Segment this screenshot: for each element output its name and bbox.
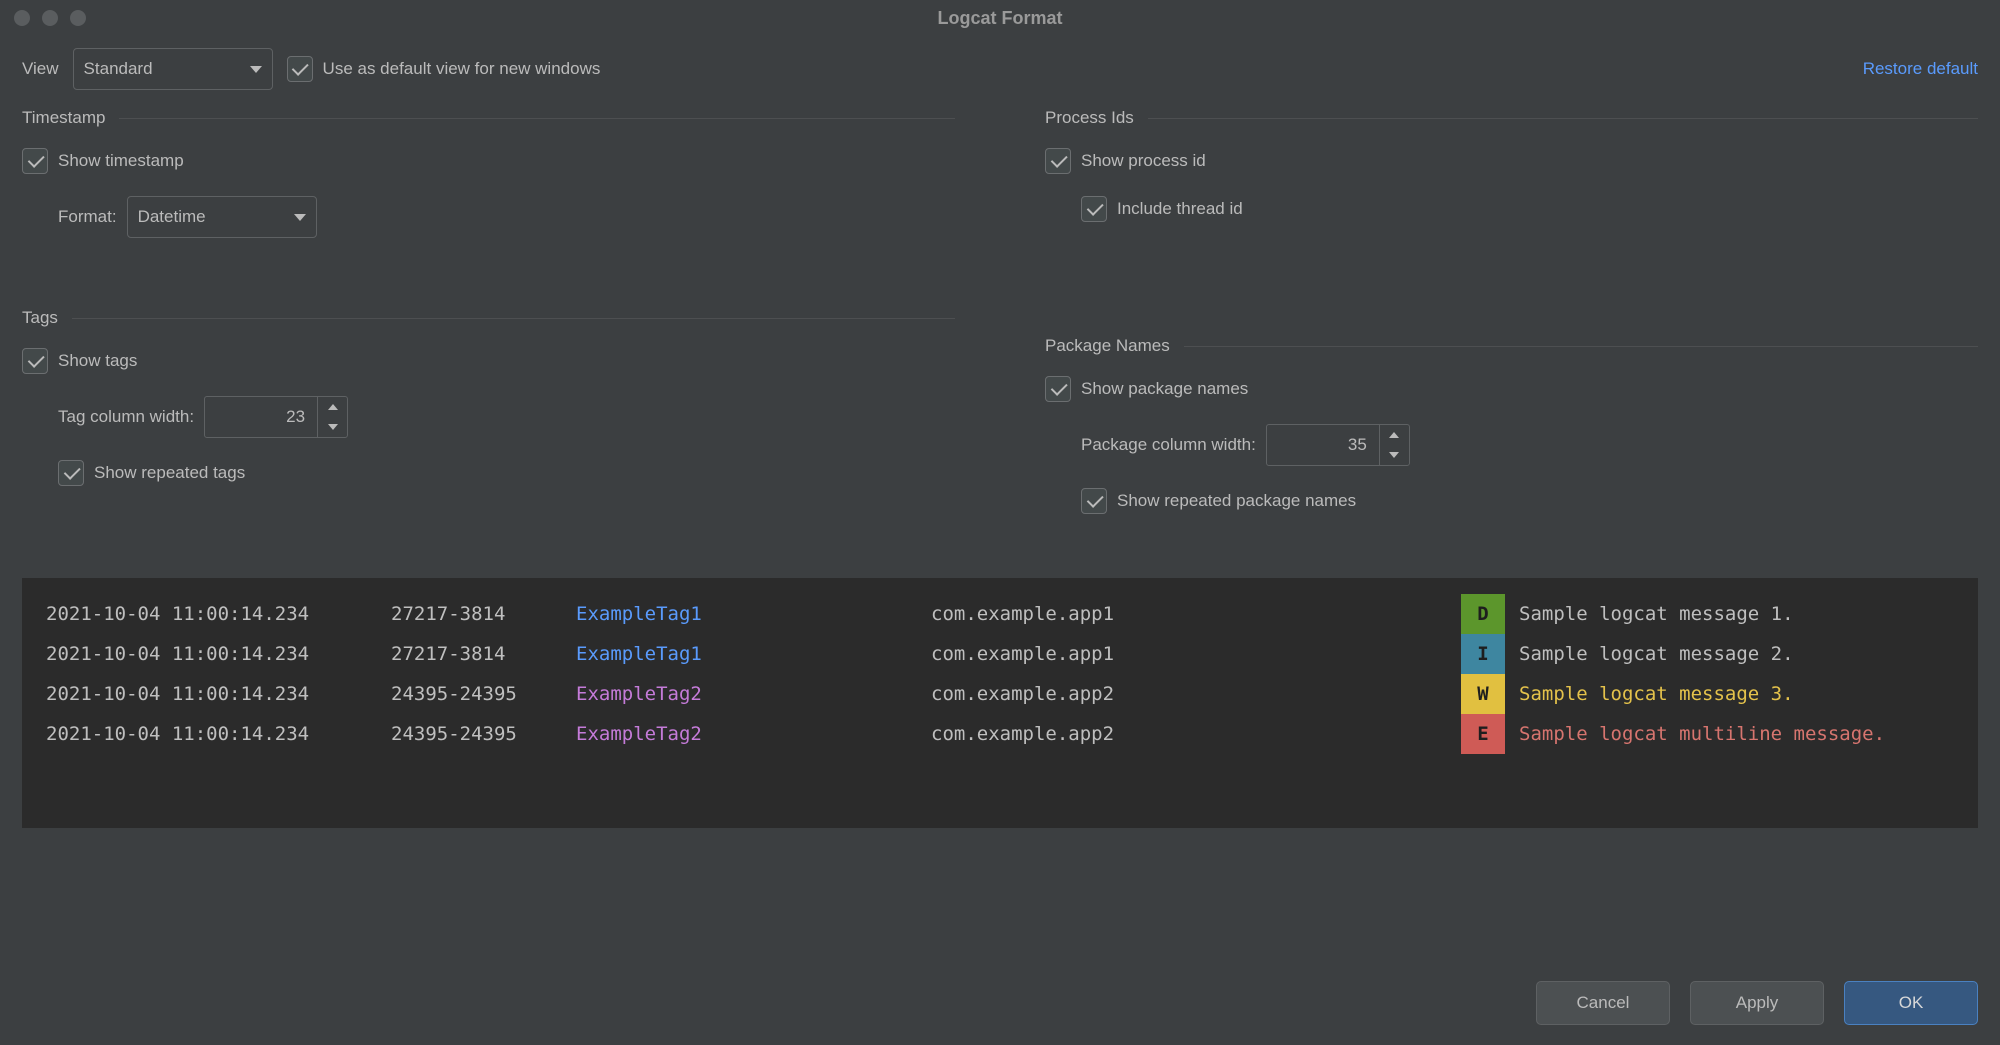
tag-width-spinner[interactable]: 23 <box>204 396 348 438</box>
log-package: com.example.app1 <box>931 634 1461 674</box>
check-icon <box>1081 196 1107 222</box>
spinner-up-icon[interactable] <box>1380 425 1409 445</box>
log-row: 2021-10-04 11:00:14.23424395-24395Exampl… <box>46 674 1954 714</box>
view-bar: View Standard Use as default view for ne… <box>0 36 2000 98</box>
check-icon <box>22 348 48 374</box>
use-default-checkbox[interactable]: Use as default view for new windows <box>287 56 601 82</box>
show-repeated-packages-label: Show repeated package names <box>1117 491 1356 511</box>
log-timestamp: 2021-10-04 11:00:14.234 <box>46 674 391 714</box>
log-tag: ExampleTag1 <box>576 594 931 634</box>
right-column: Process Ids Show process id Include thre… <box>1045 108 1978 562</box>
log-level-badge: I <box>1461 634 1505 674</box>
restore-default-link[interactable]: Restore default <box>1863 59 1978 79</box>
divider <box>72 318 955 319</box>
log-message: Sample logcat message 1. <box>1519 594 1889 634</box>
log-row: 2021-10-04 11:00:14.23427217-3814Example… <box>46 594 1954 634</box>
tags-section: Tags Show tags Tag column width: 23 <box>22 308 955 486</box>
log-preview: 2021-10-04 11:00:14.23427217-3814Example… <box>22 578 1978 828</box>
package-width-spinner[interactable]: 35 <box>1266 424 1410 466</box>
log-tag: ExampleTag2 <box>576 714 931 754</box>
log-message: Sample logcat message 3. <box>1519 674 1889 714</box>
divider <box>1184 346 1978 347</box>
view-label: View <box>22 59 59 79</box>
show-tags-checkbox[interactable]: Show tags <box>22 348 137 374</box>
log-row: 2021-10-04 11:00:14.23427217-3814Example… <box>46 634 1954 674</box>
tag-width-value: 23 <box>205 397 317 437</box>
tags-heading: Tags <box>22 308 58 328</box>
show-process-id-label: Show process id <box>1081 151 1206 171</box>
log-level-badge: E <box>1461 714 1505 754</box>
process-section: Process Ids Show process id Include thre… <box>1045 108 1978 222</box>
show-package-names-label: Show package names <box>1081 379 1248 399</box>
log-message: Sample logcat message 2. <box>1519 634 1889 674</box>
log-tag: ExampleTag2 <box>576 674 931 714</box>
check-icon <box>58 460 84 486</box>
divider <box>119 118 955 119</box>
log-pid: 27217-3814 <box>391 634 576 674</box>
format-dropdown-value: Datetime <box>138 207 206 227</box>
log-package: com.example.app2 <box>931 714 1461 754</box>
ok-button[interactable]: OK <box>1844 981 1978 1025</box>
apply-button[interactable]: Apply <box>1690 981 1824 1025</box>
tag-width-label: Tag column width: <box>58 407 194 427</box>
log-level-badge: D <box>1461 594 1505 634</box>
show-package-names-checkbox[interactable]: Show package names <box>1045 376 1248 402</box>
view-dropdown[interactable]: Standard <box>73 48 273 90</box>
show-repeated-tags-checkbox[interactable]: Show repeated tags <box>58 460 245 486</box>
log-timestamp: 2021-10-04 11:00:14.234 <box>46 594 391 634</box>
check-icon <box>1045 376 1071 402</box>
log-row: 2021-10-04 11:00:14.23424395-24395Exampl… <box>46 714 1954 754</box>
check-icon <box>287 56 313 82</box>
show-process-id-checkbox[interactable]: Show process id <box>1045 148 1206 174</box>
timestamp-section: Timestamp Show timestamp Format: Datetim… <box>22 108 955 238</box>
use-default-label: Use as default view for new windows <box>323 59 601 79</box>
divider <box>1148 118 1978 119</box>
chevron-down-icon <box>250 66 262 73</box>
check-icon <box>1081 488 1107 514</box>
view-dropdown-value: Standard <box>84 59 153 79</box>
log-pid: 24395-24395 <box>391 674 576 714</box>
show-repeated-packages-checkbox[interactable]: Show repeated package names <box>1081 488 1356 514</box>
log-tag: ExampleTag1 <box>576 634 931 674</box>
show-timestamp-label: Show timestamp <box>58 151 184 171</box>
process-heading: Process Ids <box>1045 108 1134 128</box>
package-width-value: 35 <box>1267 425 1379 465</box>
include-thread-id-checkbox[interactable]: Include thread id <box>1081 196 1243 222</box>
check-icon <box>1045 148 1071 174</box>
log-pid: 27217-3814 <box>391 594 576 634</box>
log-package: com.example.app1 <box>931 594 1461 634</box>
log-pid: 24395-24395 <box>391 714 576 754</box>
timestamp-heading: Timestamp <box>22 108 105 128</box>
package-section: Package Names Show package names Package… <box>1045 336 1978 514</box>
spinner-up-icon[interactable] <box>318 397 347 417</box>
check-icon <box>22 148 48 174</box>
settings-body: Timestamp Show timestamp Format: Datetim… <box>0 98 2000 562</box>
log-timestamp: 2021-10-04 11:00:14.234 <box>46 634 391 674</box>
show-repeated-tags-label: Show repeated tags <box>94 463 245 483</box>
window-title: Logcat Format <box>0 8 2000 29</box>
format-label: Format: <box>58 207 117 227</box>
log-package: com.example.app2 <box>931 674 1461 714</box>
log-level-badge: W <box>1461 674 1505 714</box>
left-column: Timestamp Show timestamp Format: Datetim… <box>22 108 955 562</box>
include-thread-id-label: Include thread id <box>1117 199 1243 219</box>
package-heading: Package Names <box>1045 336 1170 356</box>
log-timestamp: 2021-10-04 11:00:14.234 <box>46 714 391 754</box>
dialog-footer: Cancel Apply OK <box>1536 981 1978 1025</box>
show-timestamp-checkbox[interactable]: Show timestamp <box>22 148 184 174</box>
titlebar: Logcat Format <box>0 0 2000 36</box>
cancel-button[interactable]: Cancel <box>1536 981 1670 1025</box>
spinner-down-icon[interactable] <box>318 417 347 437</box>
package-width-label: Package column width: <box>1081 435 1256 455</box>
format-dropdown[interactable]: Datetime <box>127 196 317 238</box>
chevron-down-icon <box>294 214 306 221</box>
show-tags-label: Show tags <box>58 351 137 371</box>
log-message: Sample logcat multiline message. <box>1519 714 1889 754</box>
spinner-down-icon[interactable] <box>1380 445 1409 465</box>
